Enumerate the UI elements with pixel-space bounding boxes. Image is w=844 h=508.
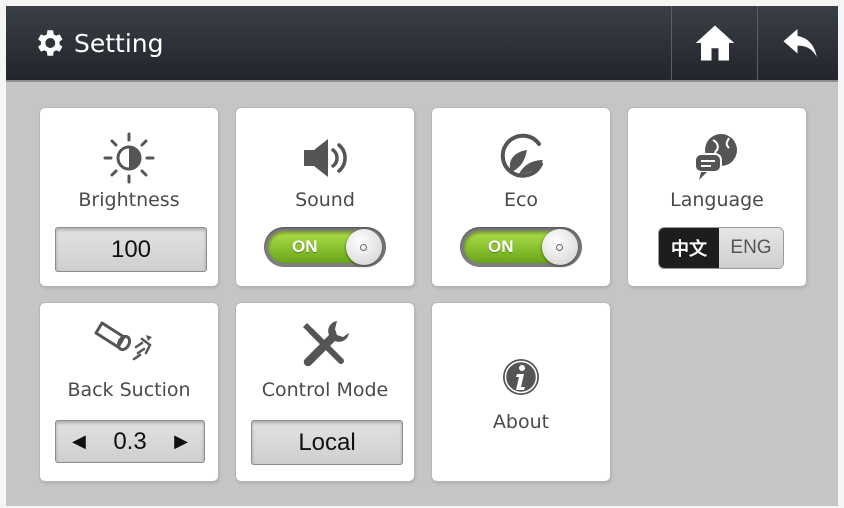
language-icon (628, 130, 806, 182)
eco-toggle-track: ON (464, 229, 578, 265)
settings-screen: Setting Brightness 100 Sound ON Eco ON L… (6, 6, 838, 506)
brightness-icon (40, 132, 218, 184)
back-suction-stepper: ◀ 0.3 ▶ (55, 420, 205, 463)
eco-label: Eco (503, 189, 539, 211)
info-icon (432, 357, 610, 397)
about-tile[interactable]: About (432, 303, 610, 481)
speaker-icon (236, 136, 414, 180)
about-label: About (492, 411, 550, 433)
sound-toggle[interactable]: ON (264, 227, 386, 267)
language-label: Language (670, 189, 764, 211)
control-mode-value[interactable]: Local (251, 420, 403, 465)
sound-label: Sound (295, 189, 355, 211)
eco-toggle-state: ON (488, 237, 514, 256)
increase-button[interactable]: ▶ (174, 431, 188, 452)
language-option-english[interactable]: ENG (719, 228, 783, 268)
eco-tile[interactable]: Eco ON (432, 108, 610, 286)
back-suction-value: 0.3 (113, 427, 147, 455)
header-bar: Setting (6, 6, 838, 82)
control-mode-tile[interactable]: Control Mode Local (236, 303, 414, 481)
back-suction-tile[interactable]: Back Suction ◀ 0.3 ▶ (40, 303, 218, 481)
language-option-chinese[interactable]: 中文 (659, 228, 719, 268)
gear-icon (38, 30, 63, 56)
brightness-label: Brightness (78, 189, 180, 211)
leaf-icon (432, 130, 610, 182)
back-arrow-icon (783, 29, 817, 57)
page-title: Setting (32, 6, 164, 80)
brightness-tile[interactable]: Brightness 100 (40, 108, 218, 286)
back-button[interactable] (757, 6, 838, 80)
page-title-text: Setting (74, 28, 164, 58)
back-suction-label: Back Suction (67, 379, 191, 401)
decrease-button[interactable]: ◀ (72, 431, 86, 452)
eco-toggle[interactable]: ON (460, 227, 582, 267)
sound-toggle-track: ON (268, 229, 382, 265)
sound-toggle-state: ON (292, 237, 318, 256)
eco-toggle-knob (542, 229, 578, 265)
sound-tile[interactable]: Sound ON (236, 108, 414, 286)
brightness-value[interactable]: 100 (55, 227, 207, 272)
nozzle-icon (40, 317, 218, 369)
home-button[interactable] (671, 6, 758, 80)
sound-toggle-knob (346, 229, 382, 265)
home-icon (695, 25, 735, 61)
control-mode-label: Control Mode (261, 379, 389, 401)
tools-icon (236, 317, 414, 373)
language-tile[interactable]: Language 中文 ENG (628, 108, 806, 286)
language-switch[interactable]: 中文 ENG (658, 227, 784, 269)
